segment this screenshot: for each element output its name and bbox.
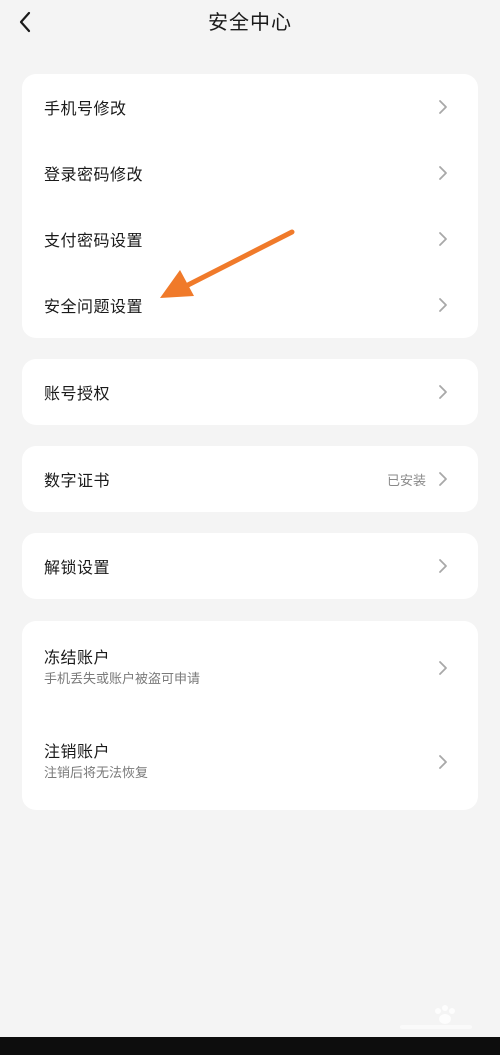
row-title: 注销账户 (44, 742, 111, 761)
chevron-right-icon (439, 100, 447, 114)
row-label: 安全问题设置 (44, 297, 144, 316)
chevron-right-icon (439, 472, 447, 486)
unlock-settings-row[interactable]: 解锁设置 (22, 533, 478, 599)
phone-change-row[interactable]: 手机号修改 (22, 74, 478, 140)
chevron-right-icon (439, 232, 447, 246)
row-text: 注销账户 注销后将无法恢复 (44, 741, 148, 783)
chevron-right-icon (439, 298, 447, 312)
certificate-card: 数字证书 已安装 (22, 446, 478, 512)
row-label: 手机号修改 (44, 99, 127, 118)
row-subtitle: 注销后将无法恢复 (44, 766, 149, 781)
digital-certificate-row[interactable]: 数字证书 已安装 (22, 446, 478, 512)
row-label: 支付密码设置 (44, 231, 144, 250)
status-value: 已安装 (386, 473, 426, 489)
watermark-logo-icon (400, 1005, 472, 1029)
chevron-right-icon (439, 166, 447, 180)
account-auth-card: 账号授权 (22, 359, 478, 425)
row-subtitle: 手机丢失或账户被盗可申请 (44, 672, 201, 687)
header-bar: 安全中心 (0, 0, 500, 46)
system-nav-bar (0, 1037, 500, 1055)
row-label: 账号授权 (44, 384, 111, 403)
chevron-right-icon (439, 559, 447, 573)
security-question-row[interactable]: 安全问题设置 (22, 272, 478, 338)
account-authorization-row[interactable]: 账号授权 (22, 359, 478, 425)
chevron-right-icon (439, 385, 447, 399)
page-title: 安全中心 (208, 10, 292, 34)
login-password-row[interactable]: 登录密码修改 (22, 140, 478, 206)
cancel-account-row[interactable]: 注销账户 注销后将无法恢复 (22, 715, 478, 809)
row-text: 冻结账户 手机丢失或账户被盗可申请 (44, 647, 200, 689)
freeze-account-row[interactable]: 冻结账户 手机丢失或账户被盗可申请 (22, 621, 478, 715)
security-settings-card: 手机号修改 登录密码修改 支付密码设置 安全问题设置 (22, 74, 478, 338)
row-label: 解锁设置 (44, 558, 111, 577)
chevron-right-icon (439, 755, 447, 769)
chevron-right-icon (439, 661, 447, 675)
unlock-card: 解锁设置 (22, 533, 478, 599)
row-label: 数字证书 (44, 471, 111, 490)
row-label: 登录密码修改 (44, 165, 144, 184)
account-status-card: 冻结账户 手机丢失或账户被盗可申请 注销账户 注销后将无法恢复 (22, 621, 478, 810)
payment-password-row[interactable]: 支付密码设置 (22, 206, 478, 272)
row-title: 冻结账户 (44, 648, 111, 667)
